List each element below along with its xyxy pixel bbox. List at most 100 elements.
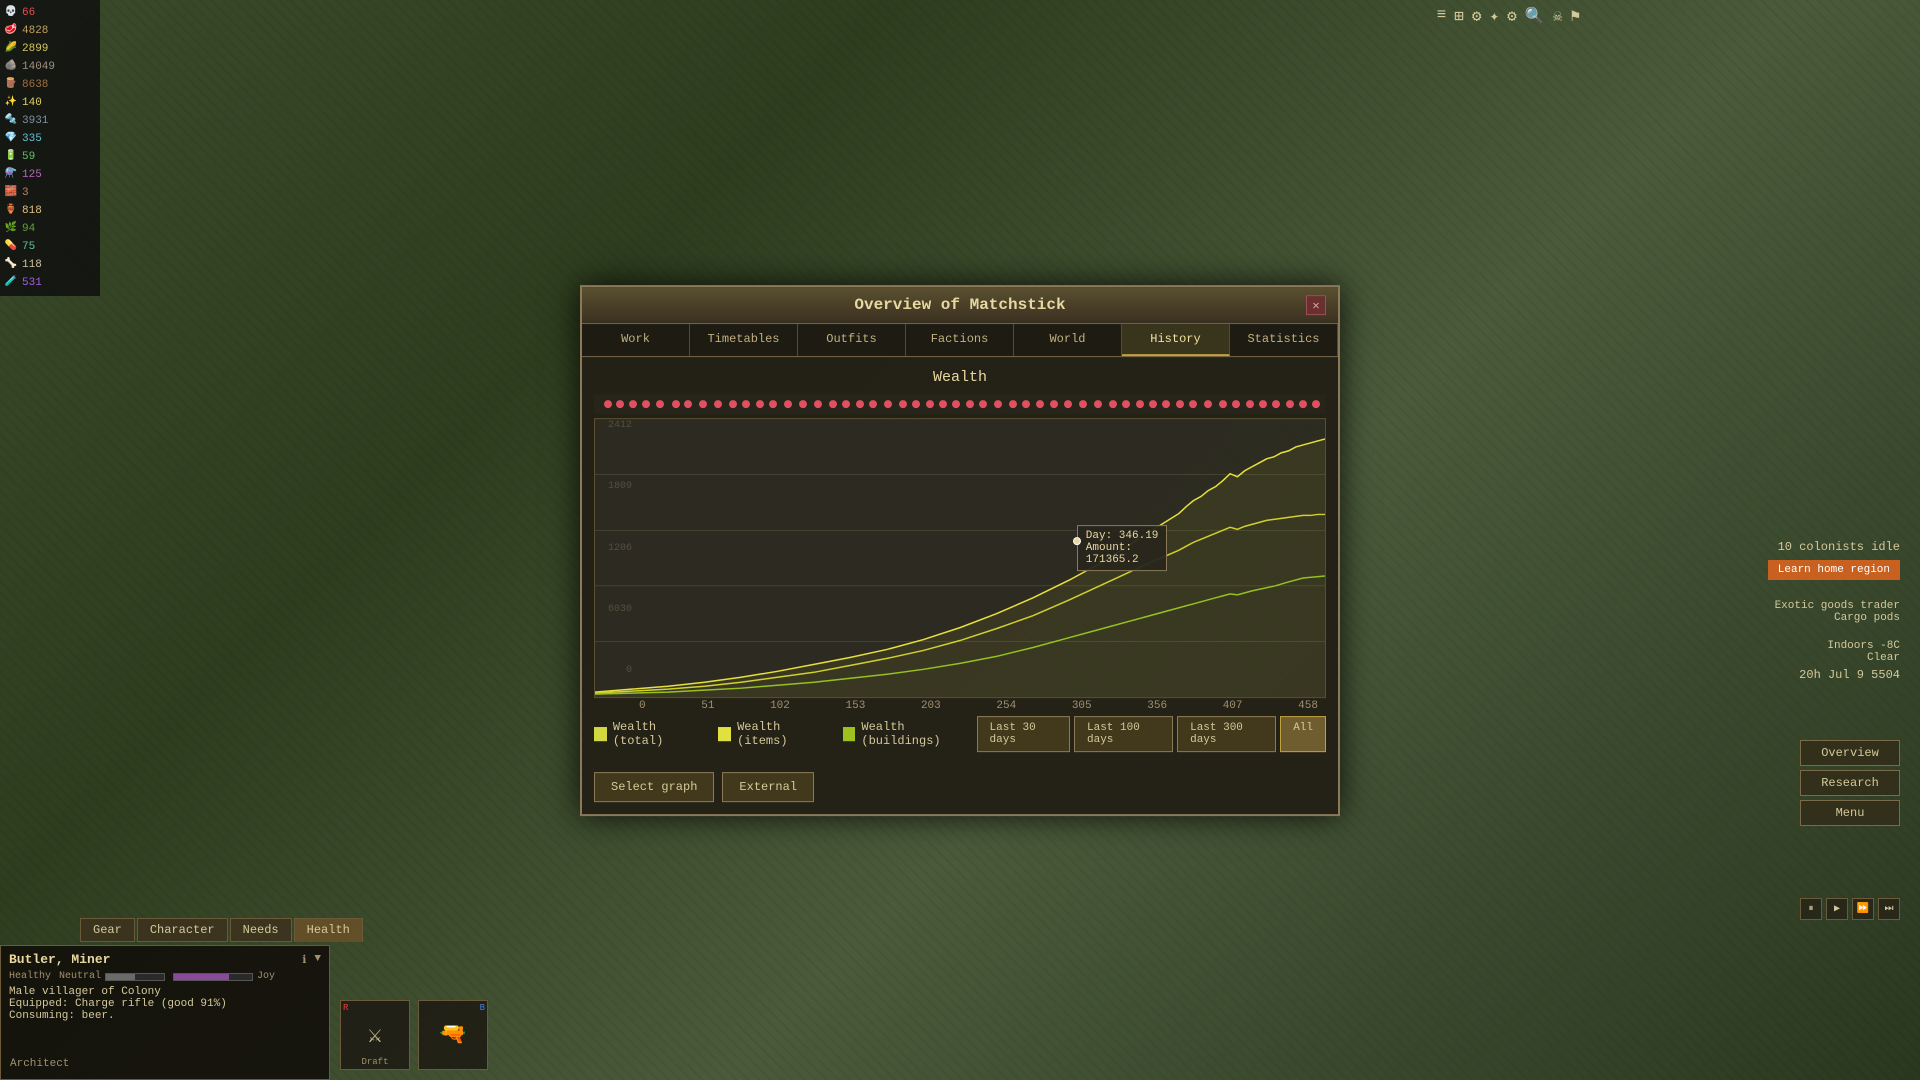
- legend-label-total: Wealth (total): [613, 720, 702, 748]
- hud-icon-5[interactable]: ⚙: [1507, 6, 1517, 26]
- close-button[interactable]: ✕: [1306, 295, 1326, 315]
- armor-slot: B 🔫: [418, 1000, 488, 1070]
- event-dot: [616, 400, 624, 408]
- resource-value: 66: [22, 4, 35, 22]
- top-hud-icons: ≡ ⊞ ⚙ ✦ ⚙ 🔍 ☠ ⚑: [1437, 6, 1580, 26]
- hud-icon-4[interactable]: ✦: [1490, 6, 1500, 26]
- event-dot: [714, 400, 722, 408]
- tab-factions[interactable]: Factions: [906, 324, 1014, 356]
- tab-statistics[interactable]: Statistics: [1230, 324, 1338, 356]
- event-dot: [952, 400, 960, 408]
- time-filter-last300[interactable]: Last 300 days: [1177, 716, 1276, 752]
- right-info-panel: Exotic goods trader Cargo pods Indoors -…: [1775, 600, 1900, 682]
- event-dot: [884, 400, 892, 408]
- resource-value: 335: [22, 130, 42, 148]
- event-dot: [814, 400, 822, 408]
- event-dot: [939, 400, 947, 408]
- bottom-tab-character[interactable]: Character: [137, 918, 228, 942]
- tab-outfits[interactable]: Outfits: [798, 324, 906, 356]
- event-dot: [1299, 400, 1307, 408]
- resource-value: 75: [22, 238, 35, 256]
- resource-icon: 🧱: [4, 186, 18, 200]
- tab-timetables[interactable]: Timetables: [690, 324, 798, 356]
- weapon-slot: R ⚔ Draft: [340, 1000, 410, 1070]
- x-label: 356: [1147, 700, 1167, 712]
- x-label: 51: [701, 700, 714, 712]
- event-markers: [594, 394, 1326, 414]
- resource-icon: 🔋: [4, 150, 18, 164]
- legend-and-filters: Wealth (total)Wealth (items)Wealth (buil…: [594, 712, 1326, 756]
- event-dot: [966, 400, 974, 408]
- legend-color-total: [594, 727, 607, 741]
- resource-icon: 🌽: [4, 42, 18, 56]
- tab-world[interactable]: World: [1014, 324, 1122, 356]
- resource-icon: 🥩: [4, 24, 18, 38]
- joy-label: Joy: [257, 971, 275, 982]
- resource-item: 🔩3931: [4, 112, 96, 130]
- joy-bar: [173, 973, 253, 981]
- bottom-tabs[interactable]: GearCharacterNeedsHealth: [80, 918, 363, 942]
- event-dot: [1312, 400, 1320, 408]
- event-dot: [1022, 400, 1030, 408]
- dialog-title-bar: Overview of Matchstick ✕: [582, 287, 1338, 324]
- event-dot: [856, 400, 864, 408]
- resource-icon: 💎: [4, 132, 18, 146]
- hud-icon-2[interactable]: ⊞: [1454, 6, 1464, 26]
- equipment-panel: R ⚔ Draft B 🔫: [340, 1000, 488, 1070]
- time-filter-all[interactable]: All: [1280, 716, 1326, 752]
- mood-bar: [105, 973, 165, 981]
- character-menu-icon[interactable]: ▼: [314, 953, 321, 967]
- resource-value: 59: [22, 148, 35, 166]
- right-nav-buttons[interactable]: Overview Research Menu: [1800, 740, 1900, 826]
- menu-button[interactable]: Menu: [1800, 800, 1900, 826]
- resource-icon: 💀: [4, 6, 18, 20]
- hud-icon-search[interactable]: 🔍: [1525, 6, 1545, 26]
- event-dot: [769, 400, 777, 408]
- tab-history[interactable]: History: [1122, 324, 1230, 356]
- hud-icon-6[interactable]: ☠: [1553, 6, 1563, 26]
- event-dot: [604, 400, 612, 408]
- faster-button[interactable]: ⏭: [1878, 898, 1900, 920]
- event-dot: [1149, 400, 1157, 408]
- tab-work[interactable]: Work: [582, 324, 690, 356]
- resource-icon: ⚗️: [4, 168, 18, 182]
- resource-item: 💀 66: [4, 4, 96, 22]
- overview-button[interactable]: Overview: [1800, 740, 1900, 766]
- x-label: 102: [770, 700, 790, 712]
- hud-icon-7[interactable]: ⚑: [1570, 6, 1580, 26]
- x-axis: 051102153203254305356407458: [594, 698, 1326, 712]
- time-filter-last30[interactable]: Last 30 days: [977, 716, 1070, 752]
- select_graph-button[interactable]: Select graph: [594, 772, 714, 802]
- hud-icon-3[interactable]: ⚙: [1472, 6, 1482, 26]
- event-dot: [1109, 400, 1117, 408]
- event-dot: [656, 400, 664, 408]
- resource-icon: 🏺: [4, 204, 18, 218]
- resource-value: 118: [22, 256, 42, 274]
- event-dot: [1079, 400, 1087, 408]
- learn-home-button[interactable]: Learn home region: [1768, 560, 1900, 580]
- bottom-tab-needs[interactable]: Needs: [230, 918, 292, 942]
- external-button[interactable]: External: [722, 772, 814, 802]
- time-filter-last100[interactable]: Last 100 days: [1074, 716, 1173, 752]
- research-button[interactable]: Research: [1800, 770, 1900, 796]
- hud-icon-1[interactable]: ≡: [1437, 6, 1447, 26]
- cargo-pods-label: Cargo pods: [1775, 612, 1900, 624]
- character-info-icon[interactable]: ℹ: [302, 953, 306, 967]
- dialog-content: Wealth 24121809120660300: [582, 357, 1338, 814]
- x-label: 254: [996, 700, 1016, 712]
- x-label: 305: [1072, 700, 1092, 712]
- bottom-tab-gear[interactable]: Gear: [80, 918, 135, 942]
- speed-controls[interactable]: ⏸ ▶ ⏩ ⏭: [1800, 898, 1900, 920]
- action-buttons[interactable]: Select graph External: [594, 772, 1326, 802]
- resource-value: 818: [22, 202, 42, 220]
- time-filters[interactable]: Last 30 daysLast 100 daysLast 300 daysAl…: [977, 716, 1326, 752]
- resource-icon: ✨: [4, 96, 18, 110]
- exotic-goods-label: Exotic goods trader: [1775, 600, 1900, 612]
- legend-label-items: Wealth (items): [737, 720, 826, 748]
- colonists-idle: 10 colonists idle: [1778, 540, 1900, 554]
- pause-button[interactable]: ⏸: [1800, 898, 1822, 920]
- mood-label: Neutral: [59, 971, 101, 982]
- bottom-tab-health[interactable]: Health: [294, 918, 363, 942]
- play-button[interactable]: ▶: [1826, 898, 1848, 920]
- fast-forward-button[interactable]: ⏩: [1852, 898, 1874, 920]
